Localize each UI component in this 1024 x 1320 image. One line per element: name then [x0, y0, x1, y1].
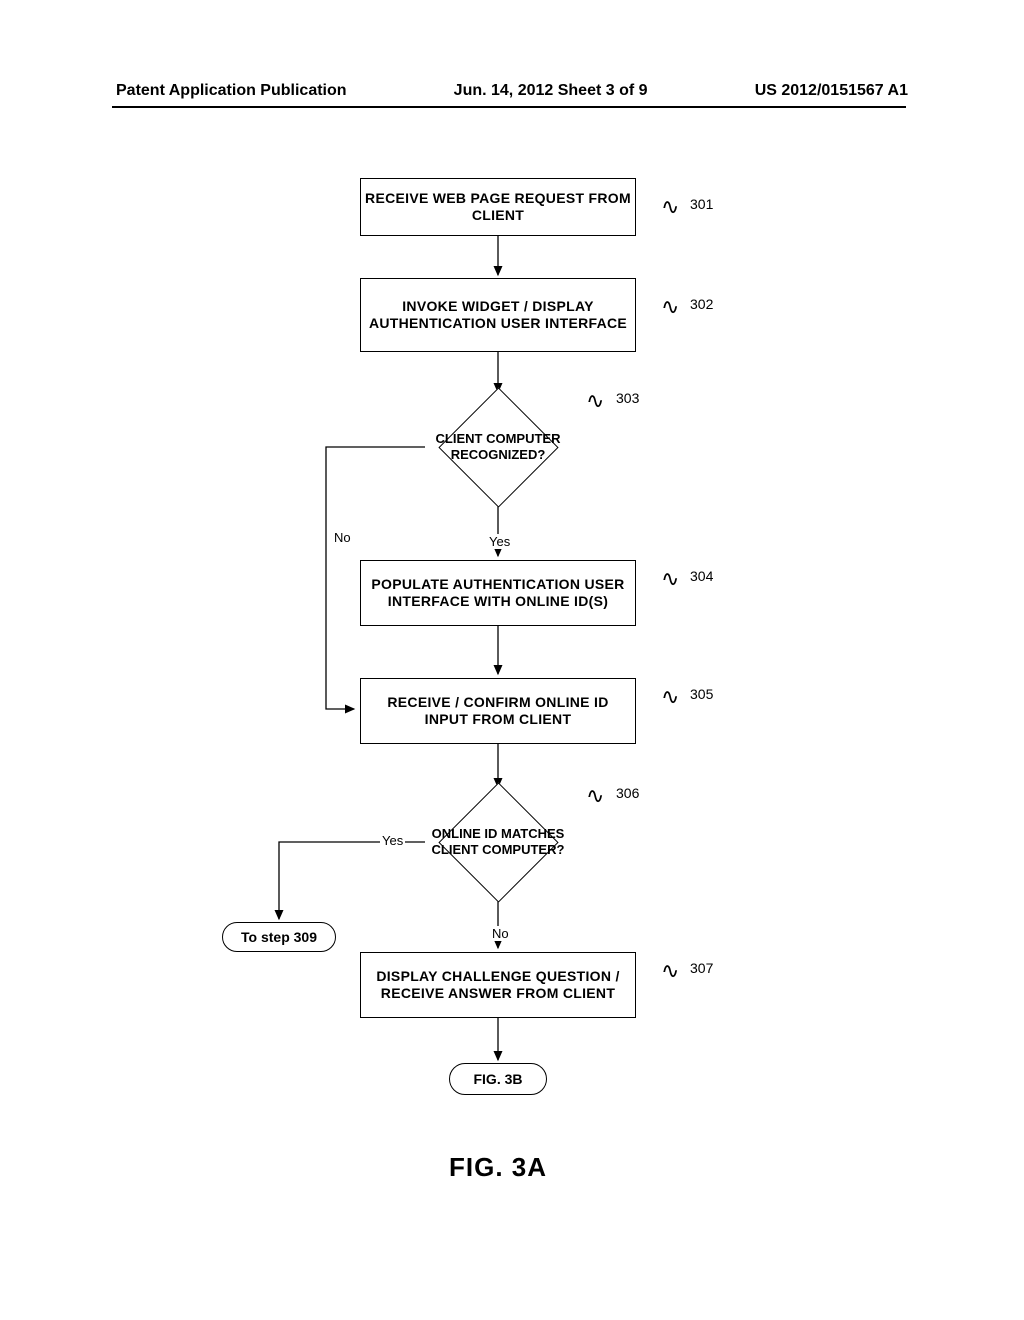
edge-303-no: No — [332, 530, 353, 545]
step-301-text: RECEIVE WEB PAGE REQUEST FROM CLIENT — [365, 190, 631, 225]
step-304-text: POPULATE AUTHENTICATION USER INTERFACE W… — [365, 576, 631, 611]
ref-302: 302 — [690, 296, 713, 312]
decision-303: CLIENT COMPUTER RECOGNIZED? — [408, 387, 588, 507]
step-302-text: INVOKE WIDGET / DISPLAY AUTHENTICATION U… — [365, 298, 631, 333]
ref-leader-306: ∿ — [586, 783, 604, 809]
decision-306: ONLINE ID MATCHES CLIENT COMPUTER? — [408, 782, 588, 902]
step-305-text: RECEIVE / CONFIRM ONLINE ID INPUT FROM C… — [365, 694, 631, 729]
ref-leader-305: ∿ — [661, 684, 679, 710]
edge-306-yes: Yes — [380, 833, 405, 848]
ref-306: 306 — [616, 785, 639, 801]
connector-to-step-309: To step 309 — [222, 922, 336, 952]
step-304-box: POPULATE AUTHENTICATION USER INTERFACE W… — [360, 560, 636, 626]
step-307-text: DISPLAY CHALLENGE QUESTION / RECEIVE ANS… — [365, 968, 631, 1003]
step-302-box: INVOKE WIDGET / DISPLAY AUTHENTICATION U… — [360, 278, 636, 352]
ref-307: 307 — [690, 960, 713, 976]
patent-page: Patent Application Publication Jun. 14, … — [0, 0, 1024, 1320]
ref-304: 304 — [690, 568, 713, 584]
flowchart-canvas: RECEIVE WEB PAGE REQUEST FROM CLIENT ∿ 3… — [0, 0, 1024, 1320]
ref-305: 305 — [690, 686, 713, 702]
decision-306-text: ONLINE ID MATCHES CLIENT COMPUTER? — [408, 782, 588, 902]
step-301-box: RECEIVE WEB PAGE REQUEST FROM CLIENT — [360, 178, 636, 236]
connector-to-step-309-text: To step 309 — [241, 929, 317, 945]
step-307-box: DISPLAY CHALLENGE QUESTION / RECEIVE ANS… — [360, 952, 636, 1018]
step-305-box: RECEIVE / CONFIRM ONLINE ID INPUT FROM C… — [360, 678, 636, 744]
figure-caption: FIG. 3A — [449, 1152, 547, 1183]
edge-306-no: No — [490, 926, 511, 941]
ref-leader-302: ∿ — [661, 294, 679, 320]
ref-leader-307: ∿ — [661, 958, 679, 984]
ref-301: 301 — [690, 196, 713, 212]
ref-leader-304: ∿ — [661, 566, 679, 592]
ref-303: 303 — [616, 390, 639, 406]
ref-leader-301: ∿ — [661, 194, 679, 220]
decision-303-text: CLIENT COMPUTER RECOGNIZED? — [408, 387, 588, 507]
ref-leader-303: ∿ — [586, 388, 604, 414]
edge-303-yes: Yes — [487, 534, 512, 549]
connector-fig-3b: FIG. 3B — [449, 1063, 547, 1095]
connector-fig-3b-text: FIG. 3B — [473, 1071, 522, 1087]
